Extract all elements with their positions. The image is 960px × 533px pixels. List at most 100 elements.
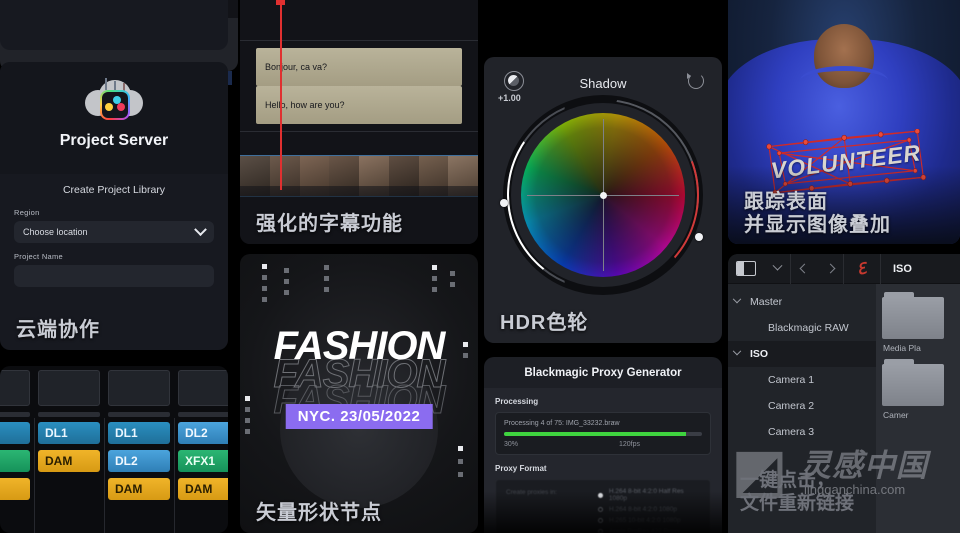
bin-tree-item[interactable]: Master (728, 289, 876, 315)
project-server-form: Create Project Library Region Choose loc… (0, 174, 228, 287)
folder-label: Media Pla (883, 343, 921, 353)
bin-tree-item[interactable]: Blackmagic RAW (728, 315, 876, 341)
bin-tree-label: ISO (750, 348, 769, 360)
proxy-generator-card: Blackmagic Proxy Generator Processing Pr… (484, 357, 722, 533)
proxy-generator-title: Blackmagic Proxy Generator (524, 367, 682, 379)
timeline-tracks-card: DL1 DAM DL1 DL2 DAM DL2 XFX1 DAM (0, 366, 228, 533)
proxy-format-label: Proxy Format (495, 464, 547, 473)
wheel-center-handle[interactable] (599, 191, 607, 199)
timeline-clip[interactable] (0, 450, 30, 472)
screenshot-root: Project Server Create Project Library Re… (0, 0, 960, 533)
bin-thumbnail-grid[interactable]: Media Pla Camer (876, 284, 960, 533)
subtitle-text: Hello, how are you? (265, 100, 345, 110)
timeline-clip[interactable]: DAM (108, 478, 170, 500)
hue-saturation-wheel[interactable] (521, 113, 685, 277)
fashion-caption: 矢量形状节点 (256, 502, 382, 524)
processing-status: Processing 4 of 75: IMG_33232.braw (504, 420, 620, 427)
track-column[interactable]: DL1 DL2 DAM (108, 422, 170, 533)
ring-knob-right[interactable] (695, 233, 703, 241)
timeline-clip[interactable]: DL2 (108, 450, 170, 472)
chevron-down-icon[interactable] (728, 294, 746, 305)
subtitle-clip[interactable]: Bonjour, ca va? (256, 48, 462, 86)
volunteer-caption: 跟踪表面 并显示图像叠加 (744, 191, 891, 238)
bin-tree-label: Camera 1 (768, 374, 815, 386)
broken-link-relink-icon: ℇ (855, 259, 869, 279)
track-column[interactable] (0, 422, 30, 533)
fashion-word-solid: FASHION (273, 324, 446, 368)
folder-item[interactable] (882, 359, 944, 406)
arrow-left-icon (799, 263, 809, 274)
color-wheel-control[interactable] (503, 95, 703, 295)
bin-tree-label: Blackmagic RAW (768, 322, 849, 334)
progress-bar-fill (504, 432, 687, 436)
timeline-clip[interactable] (0, 422, 30, 444)
folder-label: Camer (883, 410, 909, 420)
arrow-right-icon (825, 263, 835, 274)
progress-percent: 30% (504, 441, 519, 448)
media-pool-toolbar: ℇ ISO (728, 254, 960, 284)
fashion-title-card: FASHION FASHION FASHION NYC. 23/05/2022 … (240, 254, 478, 533)
form-section-title: Create Project Library (62, 184, 166, 196)
view-dropdown-button[interactable] (764, 254, 790, 284)
chevron-down-icon[interactable] (728, 346, 746, 357)
color-wheel-card: +1.00 Shadow HDR色轮 (484, 57, 722, 343)
region-label: Region (14, 208, 40, 217)
subtitles-card: Bonjour, ca va? Hello, how are you? 强化的字… (240, 0, 478, 244)
timeline-header-row (0, 366, 228, 417)
timeline-clip[interactable]: DAM (178, 478, 228, 500)
ring-knob-left[interactable] (500, 199, 508, 207)
bin-tree-label: Camera 2 (768, 400, 815, 412)
timeline-clip[interactable]: DL2 (178, 422, 228, 444)
progress-fps: 120fps (618, 441, 640, 448)
region-select[interactable]: Choose location (14, 221, 214, 243)
timeline-clip[interactable]: DL1 (108, 422, 170, 444)
bin-tree-item[interactable]: Camera 2 (728, 393, 876, 419)
volunteer-caption-line2: 并显示图像叠加 (744, 214, 891, 237)
relink-button[interactable]: ℇ (844, 254, 880, 284)
timeline-clip[interactable]: DL1 (38, 422, 100, 444)
current-bin-label: ISO (893, 262, 912, 275)
bin-tree-item[interactable]: ISO (728, 341, 876, 367)
track-column[interactable]: DL1 DAM (38, 422, 100, 533)
project-name-label: Project Name (14, 252, 64, 261)
timeline-clip[interactable]: XFX1 (178, 450, 228, 472)
folder-icon-body (882, 297, 944, 339)
media-pool-caption-line1: 一键点击， (740, 470, 836, 491)
back-button[interactable] (791, 254, 817, 284)
folder-item[interactable] (882, 292, 944, 339)
processing-label: Processing (495, 397, 539, 406)
timeline-clip[interactable]: DAM (38, 450, 100, 472)
volunteer-tracking-card: VOLUNTEER 跟踪表面 并显示图像叠加 (728, 0, 960, 244)
forward-button[interactable] (817, 254, 843, 284)
processing-panel: Processing 4 of 75: IMG_33232.braw 30% 1… (495, 412, 711, 455)
progress-bar (504, 432, 702, 436)
subtitles-caption: 强化的字幕功能 (256, 213, 403, 235)
card-stub-top-left (0, 0, 228, 50)
progress-meta: 30% 120fps (504, 441, 702, 448)
sidebar-toggle-icon (736, 261, 756, 276)
volunteer-caption-line1: 跟踪表面 (744, 190, 828, 213)
bin-tree-label: Camera 3 (768, 426, 815, 438)
bin-tree-item[interactable]: Camera 3 (728, 419, 876, 445)
timeline-clip[interactable] (0, 478, 30, 500)
project-server-caption: 云端协作 (16, 319, 100, 341)
bin-tree-item[interactable]: Camera 1 (728, 367, 876, 393)
subtitle-text: Bonjour, ca va? (265, 62, 328, 72)
chevron-down-icon (772, 260, 782, 271)
region-value: Choose location (23, 227, 88, 237)
davinci-resolve-cloud-icon (85, 76, 143, 124)
track-column[interactable]: DL2 XFX1 DAM (178, 422, 228, 533)
project-name-input[interactable] (14, 265, 214, 287)
media-pool-caption: 一键点击， 文件重新链接 (740, 470, 854, 516)
subtitle-clip[interactable]: Hello, how are you? (256, 86, 462, 124)
project-server-header: Project Server (0, 62, 228, 174)
playhead[interactable] (280, 0, 282, 190)
folder-icon-body (882, 364, 944, 406)
reset-icon[interactable] (687, 73, 704, 89)
color-wheel-caption: HDR色轮 (500, 312, 589, 334)
sidebar-toggle-button[interactable] (728, 254, 764, 284)
project-server-card: Project Server Create Project Library Re… (0, 62, 228, 350)
project-server-title: Project Server (59, 132, 169, 149)
bin-tree-label: Master (750, 296, 783, 308)
chevron-down-icon (194, 222, 207, 236)
